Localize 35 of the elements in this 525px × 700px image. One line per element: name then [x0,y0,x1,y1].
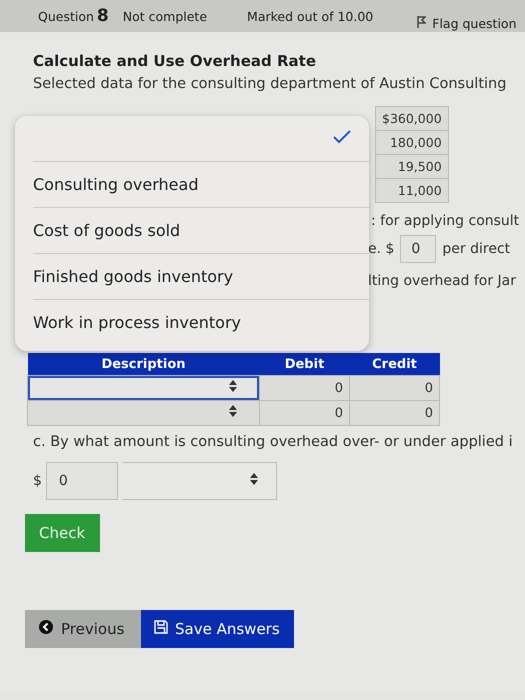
question-text: per direct [442,241,510,257]
description-select[interactable] [28,376,259,400]
completion-status: Not complete [122,8,208,24]
question-text: : for applying consult [371,213,520,229]
amount-input-field[interactable]: 0 [46,462,118,500]
rate-input-field[interactable]: 0 [400,235,436,263]
column-header: Description [28,353,260,376]
over-under-select[interactable] [122,462,277,500]
question-number: 8 [96,6,109,26]
question-text: Selected data for the consulting department of Austin Consulting [33,76,508,92]
flag-icon [417,16,426,30]
question-title: Calculate and Use Overhead Rate [33,52,317,70]
picker-option[interactable]: Cost of goods sold [33,208,369,254]
question-text: lting overhead for Jar [368,273,518,289]
save-answers-button[interactable]: Save Answers [141,610,294,648]
marks-label: Marked out of 10.00 [247,8,374,24]
credit-input-field[interactable]: 0 [350,376,440,400]
debit-input-field[interactable]: 0 [260,400,350,426]
question-label: Question [38,9,94,24]
question-text: e. $ [368,241,394,257]
flag-question-link[interactable]: Flag question [432,16,517,30]
table-cell: 19,500 [376,154,448,178]
debit-input-field[interactable]: 0 [260,376,350,400]
picker-option[interactable]: Finished goods inventory [33,254,369,300]
picker-option[interactable]: Consulting overhead [33,162,369,208]
table-cell: 180,000 [376,130,448,154]
credit-input-field[interactable]: 0 [350,400,440,426]
picker-option[interactable]: Work in process inventory [33,300,369,345]
table-cell: 11,000 [376,178,448,202]
column-header: Credit [350,353,440,376]
question-text: c. By what amount is consulting overhead over- or under applied i [33,434,514,450]
table-cell: $360,000 [376,106,448,130]
currency-label: $ [33,473,42,489]
column-header: Debit [260,353,350,376]
previous-button[interactable]: Previous [25,610,141,648]
